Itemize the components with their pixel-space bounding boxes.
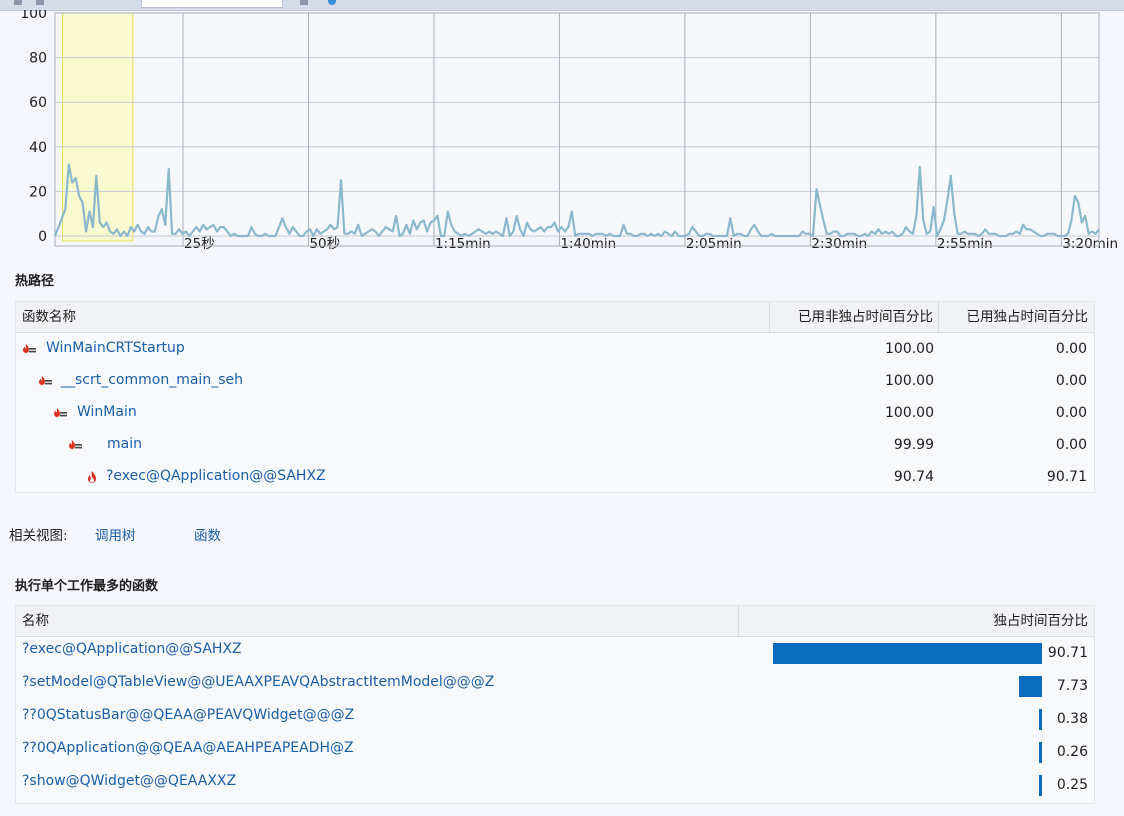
function-name-link[interactable]: main [107, 436, 142, 452]
x-tick-label: 1:15min [435, 236, 491, 252]
plot-area [55, 13, 1099, 236]
column-header-inclusive[interactable]: 已用非独占时间百分比 [770, 302, 939, 332]
hot-path-row[interactable]: __scrt_common_main_seh 100.00 0.00 [16, 366, 1094, 398]
x-tick-label: 50秒 [309, 236, 340, 252]
function-row[interactable]: ?show@QWidget@@QEAAXXZ 0.25 [16, 769, 1094, 802]
y-tick-label: 80 [29, 51, 47, 67]
exclusive-percent-bar [1039, 742, 1042, 763]
inclusive-percent: 100.00 [885, 405, 934, 421]
exclusive-percent-bar [1039, 709, 1042, 730]
hot-path-table: 函数名称 已用非独占时间百分比 已用独占时间百分比 WinMainCRTStar… [15, 301, 1095, 493]
hot-path-title: 热路径 [15, 274, 55, 289]
info-icon[interactable] [328, 0, 336, 5]
filter-icon[interactable] [300, 0, 308, 5]
function-name-link[interactable]: ??0QApplication@@QEAA@AEAHPEAPEADH@Z [22, 740, 354, 756]
hot-path-icon [68, 438, 82, 452]
y-tick-label: 40 [29, 140, 47, 156]
function-name-link[interactable]: WinMain [77, 404, 137, 420]
column-header-exclusive-percent[interactable]: 独占时间百分比 [739, 606, 1094, 636]
column-header-name[interactable]: 名称 [16, 606, 739, 636]
column-header-exclusive[interactable]: 已用独占时间百分比 [939, 302, 1093, 332]
x-tick-label: 2:05min [686, 236, 742, 252]
top-functions-title: 执行单个工作最多的函数 [15, 579, 159, 594]
flame-icon [85, 470, 99, 484]
hot-path-row[interactable]: WinMain 100.00 0.00 [16, 398, 1094, 430]
forward-icon[interactable] [36, 0, 44, 5]
hot-path-header: 函数名称 已用非独占时间百分比 已用独占时间百分比 [16, 302, 1094, 333]
function-name-link[interactable]: ?exec@QApplication@@SAHXZ [106, 468, 326, 484]
exclusive-percent-value: 7.73 [1056, 678, 1088, 694]
exclusive-percent-bar [772, 643, 1042, 664]
exclusive-percent-value: 0.25 [1056, 777, 1088, 793]
exclusive-percent: 0.00 [1055, 437, 1087, 453]
y-tick-label: 20 [29, 184, 47, 200]
x-tick-label: 1:40min [560, 236, 616, 252]
functions-link[interactable]: 函数 [194, 524, 221, 544]
hot-path-icon [38, 374, 52, 388]
hot-path-row[interactable]: WinMainCRTStartup 100.00 0.00 [16, 334, 1094, 366]
function-name-link[interactable]: ?show@QWidget@@QEAAXXZ [22, 773, 236, 789]
exclusive-percent-value: 0.38 [1056, 711, 1088, 727]
inclusive-percent: 100.00 [885, 341, 934, 357]
x-tick-label: 3:20min [1062, 236, 1118, 252]
function-row[interactable]: ??0QApplication@@QEAA@AEAHPEAPEADH@Z 0.26 [16, 736, 1094, 769]
exclusive-percent: 0.00 [1055, 341, 1087, 357]
exclusive-percent-value: 0.26 [1056, 744, 1088, 760]
filter-input[interactable] [141, 0, 283, 8]
exclusive-percent: 90.71 [1046, 469, 1087, 485]
related-views-label: 相关视图: [9, 528, 68, 544]
function-name-link[interactable]: ?exec@QApplication@@SAHXZ [22, 641, 242, 657]
function-name-link[interactable]: ??0QStatusBar@@QEAA@PEAVQWidget@@@Z [22, 707, 354, 723]
function-row[interactable]: ?setModel@QTableView@@UEAAXPEAVQAbstract… [16, 670, 1094, 703]
y-tick-label: 60 [29, 95, 47, 111]
hot-path-rows: WinMainCRTStartup 100.00 0.00 __scrt_common… [16, 334, 1094, 494]
exclusive-percent: 0.00 [1055, 373, 1087, 389]
function-name-link[interactable]: __scrt_common_main_seh [61, 372, 243, 388]
cpu-usage-chart[interactable]: 0 20 40 60 80 100 25秒 50秒 1:15min 1:40min 2:05min 2… [0, 10, 1124, 260]
exclusive-percent: 0.00 [1055, 405, 1087, 421]
exclusive-percent-value: 90.71 [1047, 645, 1088, 661]
top-functions-header: 名称 独占时间百分比 [16, 606, 1094, 637]
y-tick-label: 100 [20, 10, 47, 22]
hot-path-row[interactable]: ?exec@QApplication@@SAHXZ 90.74 90.71 [16, 462, 1094, 494]
x-tick-label: 2:55min [937, 236, 993, 252]
call-tree-link[interactable]: 调用树 [95, 524, 136, 544]
function-row[interactable]: ??0QStatusBar@@QEAA@PEAVQWidget@@@Z 0.38 [16, 703, 1094, 736]
inclusive-percent: 99.99 [893, 437, 934, 453]
function-row[interactable]: ?exec@QApplication@@SAHXZ 90.71 [16, 637, 1094, 670]
function-name-link[interactable]: WinMainCRTStartup [46, 340, 185, 356]
inclusive-percent: 90.74 [893, 469, 934, 485]
y-tick-label: 0 [38, 229, 47, 245]
exclusive-percent-bar [1039, 775, 1042, 796]
inclusive-percent: 100.00 [885, 373, 934, 389]
column-header-function-name[interactable]: 函数名称 [16, 302, 770, 332]
function-name-link[interactable]: ?setModel@QTableView@@UEAAXPEAVQAbstract… [22, 674, 494, 690]
back-icon[interactable] [14, 0, 22, 5]
hot-path-icon [53, 406, 67, 420]
x-tick-label: 2:30min [811, 236, 867, 252]
x-tick-label: 25秒 [184, 236, 215, 252]
top-functions-table: 名称 独占时间百分比 ?exec@QApplication@@SAHXZ 90.7… [15, 605, 1095, 804]
top-functions-rows: ?exec@QApplication@@SAHXZ 90.71 ?setModel@… [16, 637, 1094, 802]
hot-path-row[interactable]: main 99.99 0.00 [16, 430, 1094, 462]
hot-path-icon [22, 342, 36, 356]
exclusive-percent-bar [1019, 676, 1042, 697]
